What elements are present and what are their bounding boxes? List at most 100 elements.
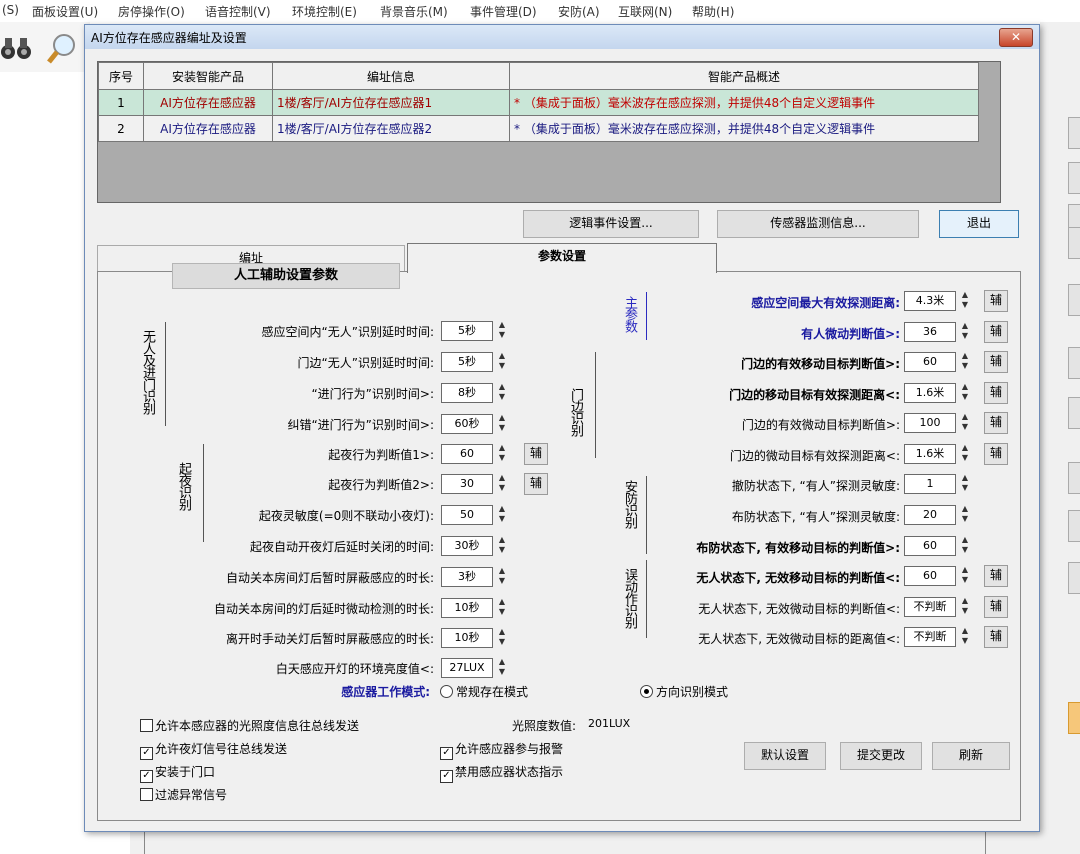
side-button[interactable]	[1068, 117, 1080, 149]
param-value-field[interactable]: 30秒	[441, 536, 493, 556]
menu-item[interactable]: 安防(A)	[558, 3, 600, 20]
param-value-field[interactable]: 60	[904, 566, 956, 586]
spinner-icon[interactable]: ▲ ▼	[960, 535, 970, 555]
aux-button[interactable]: 辅	[984, 626, 1008, 648]
aux-button[interactable]: 辅	[984, 412, 1008, 434]
side-button[interactable]	[1068, 162, 1080, 194]
refresh-button[interactable]: 刷新	[932, 742, 1010, 770]
checkbox-filter-signal[interactable]: 过滤异常信号	[140, 786, 227, 803]
aux-button[interactable]: 辅	[984, 596, 1008, 618]
param-value-field[interactable]: 10秒	[441, 598, 493, 618]
magnifier-icon[interactable]	[46, 32, 80, 66]
aux-button[interactable]: 辅	[984, 321, 1008, 343]
side-button[interactable]	[1068, 284, 1080, 316]
param-value-field[interactable]: 8秒	[441, 383, 493, 403]
spinner-icon[interactable]: ▲ ▼	[960, 382, 970, 402]
close-button[interactable]: ✕	[999, 28, 1033, 47]
spinner-icon[interactable]: ▲ ▼	[497, 413, 507, 433]
binoculars-icon[interactable]	[0, 34, 34, 64]
col-header-product[interactable]: 安装智能产品	[143, 62, 273, 90]
spinner-icon[interactable]: ▲ ▼	[960, 596, 970, 616]
param-value-field[interactable]: 4.3米	[904, 291, 956, 311]
menu-item[interactable]: 房停操作(O)	[118, 3, 185, 20]
checkbox-illuminance-bus[interactable]: 允许本感应器的光照度信息往总线发送	[140, 717, 359, 734]
param-value-field[interactable]: 5秒	[441, 321, 493, 341]
param-value-field[interactable]: 60秒	[441, 414, 493, 434]
mode-radio-direction[interactable]: 方向识别模式	[640, 683, 728, 700]
checkbox-door-install[interactable]: ✓ 安装于门口	[140, 763, 215, 783]
param-value-field[interactable]: 5秒	[441, 352, 493, 372]
menu-item[interactable]: 帮助(H)	[692, 3, 734, 20]
param-value-field[interactable]: 60	[441, 444, 493, 464]
menu-item[interactable]: 面板设置(U)	[32, 3, 98, 20]
param-value-field[interactable]: 3秒	[441, 567, 493, 587]
spinner-icon[interactable]: ▲ ▼	[960, 626, 970, 646]
checkbox-nightlight-bus[interactable]: ✓ 允许夜灯信号往总线发送	[140, 740, 287, 760]
exit-button[interactable]: 退出	[939, 210, 1019, 238]
param-value-field[interactable]: 不判断	[904, 627, 956, 647]
spinner-icon[interactable]: ▲ ▼	[960, 351, 970, 371]
spinner-icon[interactable]: ▲ ▼	[497, 320, 507, 340]
spinner-icon[interactable]: ▲ ▼	[960, 321, 970, 341]
menu-item[interactable]: (S)	[2, 3, 19, 17]
menu-item[interactable]: 事件管理(D)	[470, 3, 537, 20]
checkbox-disable-indicator[interactable]: ✓ 禁用感应器状态指示	[440, 763, 563, 783]
spinner-icon[interactable]: ▲ ▼	[497, 443, 507, 463]
mode-radio-normal[interactable]: 常规存在模式	[440, 683, 528, 700]
logic-events-button[interactable]: 逻辑事件设置...	[523, 210, 699, 238]
side-button[interactable]	[1068, 562, 1080, 594]
sensor-monitor-button[interactable]: 传感器监测信息...	[717, 210, 919, 238]
menu-item[interactable]: 环境控制(E)	[292, 3, 357, 20]
col-header-index[interactable]: 序号	[98, 62, 144, 90]
side-button[interactable]	[1068, 702, 1080, 734]
submit-changes-button[interactable]: 提交更改	[840, 742, 922, 770]
spinner-icon[interactable]: ▲ ▼	[960, 473, 970, 493]
spinner-icon[interactable]: ▲ ▼	[497, 597, 507, 617]
spinner-icon[interactable]: ▲ ▼	[960, 290, 970, 310]
param-value-field[interactable]: 10秒	[441, 628, 493, 648]
checkbox-alarm[interactable]: ✓ 允许感应器参与报警	[440, 740, 563, 760]
spinner-icon[interactable]: ▲ ▼	[497, 504, 507, 524]
param-value-field[interactable]: 30	[441, 474, 493, 494]
spinner-icon[interactable]: ▲ ▼	[497, 473, 507, 493]
spinner-icon[interactable]: ▲ ▼	[497, 535, 507, 555]
param-value-field[interactable]: 20	[904, 505, 956, 525]
table-row[interactable]: 2 AI方位存在感应器 1楼/客厅/AI方位存在感应器2 * （集成于面板）毫米…	[98, 115, 979, 142]
spinner-icon[interactable]: ▲ ▼	[497, 627, 507, 647]
spinner-icon[interactable]: ▲ ▼	[960, 412, 970, 432]
spinner-icon[interactable]: ▲ ▼	[960, 504, 970, 524]
param-value-field[interactable]: 36	[904, 322, 956, 342]
param-value-field[interactable]: 100	[904, 413, 956, 433]
param-value-field[interactable]: 1.6米	[904, 383, 956, 403]
table-row[interactable]: 1 AI方位存在感应器 1楼/客厅/AI方位存在感应器1 * （集成于面板）毫米…	[98, 89, 979, 116]
side-button[interactable]	[1068, 462, 1080, 494]
aux-button[interactable]: 辅	[984, 290, 1008, 312]
param-value-field[interactable]: 不判断	[904, 597, 956, 617]
param-value-field[interactable]: 27LUX	[441, 658, 493, 678]
aux-button[interactable]: 辅	[984, 443, 1008, 465]
aux-button[interactable]: 辅	[524, 443, 548, 465]
col-header-overview[interactable]: 智能产品概述	[509, 62, 979, 90]
menu-item[interactable]: 背景音乐(M)	[380, 3, 448, 20]
col-header-address[interactable]: 编址信息	[272, 62, 510, 90]
param-value-field[interactable]: 1.6米	[904, 444, 956, 464]
param-value-field[interactable]: 1	[904, 474, 956, 494]
side-button[interactable]	[1068, 227, 1080, 259]
spinner-icon[interactable]: ▲ ▼	[497, 351, 507, 371]
param-value-field[interactable]: 50	[441, 505, 493, 525]
default-settings-button[interactable]: 默认设置	[744, 742, 826, 770]
spinner-icon[interactable]: ▲ ▼	[960, 565, 970, 585]
aux-button[interactable]: 辅	[984, 565, 1008, 587]
tab-params[interactable]: 参数设置	[407, 243, 717, 273]
param-value-field[interactable]: 60	[904, 352, 956, 372]
menu-item[interactable]: 互联网(N)	[618, 3, 672, 20]
aux-button[interactable]: 辅	[984, 351, 1008, 373]
side-button[interactable]	[1068, 347, 1080, 379]
spinner-icon[interactable]: ▲ ▼	[497, 566, 507, 586]
spinner-icon[interactable]: ▲ ▼	[497, 657, 507, 677]
menu-item[interactable]: 语音控制(V)	[205, 3, 271, 20]
aux-button[interactable]: 辅	[524, 473, 548, 495]
spinner-icon[interactable]: ▲ ▼	[497, 382, 507, 402]
spinner-icon[interactable]: ▲ ▼	[960, 443, 970, 463]
side-button[interactable]	[1068, 397, 1080, 429]
